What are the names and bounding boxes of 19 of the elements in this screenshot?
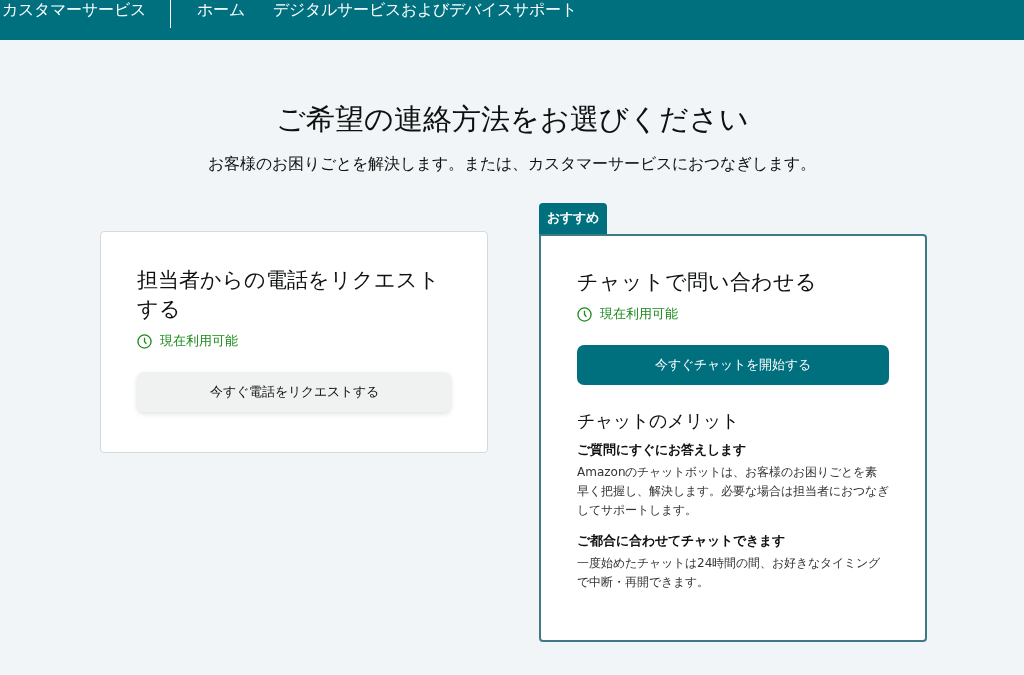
card-title: 担当者からの電話をリクエストする xyxy=(137,267,441,323)
request-call-button[interactable]: 今すぐ電話をリクエストする xyxy=(137,372,451,412)
nav-link[interactable]: ホーム xyxy=(197,0,245,19)
benefit-title: ご都合に合わせてチャットできます xyxy=(577,532,786,550)
benefit-text: Amazonのチャットボットは、お客様のお困りごとを素早く把握し、解決します。必要な場合は担当者におつなぎしてサポートします。 xyxy=(577,464,889,519)
clock-icon xyxy=(577,306,592,322)
benefit-text: 一度始めたチャットは24時間の間、お好きなタイミングで中断・再開できます。 xyxy=(577,555,882,591)
recommended-badge: おすすめ xyxy=(539,203,607,234)
page-heading: ご希望の連絡方法をお選びください xyxy=(275,101,749,138)
start-chat-button[interactable]: 今すぐチャットを開始する xyxy=(577,345,889,385)
nav-link[interactable]: デジタルサービスおよびデバイスサポート xyxy=(273,0,577,19)
availability-status: 現在利用可能 xyxy=(160,332,238,350)
benefit-title: ご質問にすぐにお答えします xyxy=(577,441,747,459)
site-title[interactable]: カスタマーサービス xyxy=(2,0,146,19)
clock-icon xyxy=(137,333,152,349)
card-title: チャットで問い合わせる xyxy=(577,269,818,296)
page-subheading: お客様のお困りごとを解決します。または、カスタマーサービスにおつなぎします。 xyxy=(208,154,816,175)
availability-status: 現在利用可能 xyxy=(600,305,678,323)
benefits-heading: チャットのメリット xyxy=(577,409,740,433)
